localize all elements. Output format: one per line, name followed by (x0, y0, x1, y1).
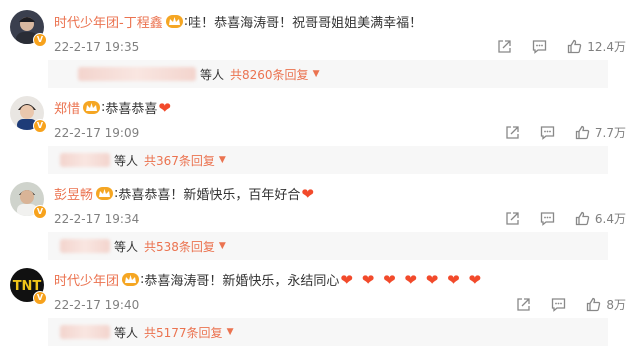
vip-crown-icon (96, 187, 114, 200)
comment-line: 郑惜 : 恭喜恭喜 ❤ (54, 98, 171, 118)
comment-line: 时代少年团 : 恭喜海涛哥！新婚快乐，永结同心 ❤ ❤ ❤ ❤ ❤ ❤ ❤ (54, 270, 484, 290)
chevron-down-icon: ▼ (226, 327, 234, 337)
share-icon (498, 40, 511, 53)
comment-username[interactable]: 时代少年团-丁程鑫 (54, 12, 163, 31)
reply-suffix: 等人 (114, 153, 139, 168)
blurred-usernames (60, 153, 110, 167)
comment-button[interactable] (540, 211, 555, 226)
comment-text: 哇！恭喜海涛哥！祝哥哥姐姐美满幸福！ (188, 16, 423, 31)
reply-count-link[interactable]: 共8260条回复 (230, 66, 309, 83)
share-icon (506, 126, 519, 139)
reply-count-link[interactable]: 共538条回复 (144, 238, 215, 255)
comment-item: V 时代少年团-丁程鑫 : 哇！恭喜海涛哥！祝哥哥姐姐美满幸福！ 22-2-17… (0, 0, 640, 88)
like-count: 12.4万 (587, 40, 626, 54)
comment-line: 彭昱畅 : 恭喜恭喜！新婚快乐，百年好合 ❤ (54, 184, 314, 204)
comment-date: 22-2-17 19:34 (54, 212, 140, 226)
like-icon (575, 211, 590, 226)
comment-actions: 12.4万 (477, 38, 626, 55)
comment-item: TNT V 时代少年团 : 恭喜海涛哥！新婚快乐，永结同心 ❤ ❤ ❤ ❤ ❤ … (0, 258, 640, 346)
heart-emoji: ❤ ❤ ❤ ❤ ❤ ❤ ❤ (340, 270, 484, 289)
comment-button[interactable] (540, 125, 555, 140)
comment-username[interactable]: 时代少年团 (54, 270, 119, 289)
verified-badge-icon: V (33, 33, 47, 47)
comment-text: 恭喜恭喜！新婚快乐，百年好合 (118, 188, 301, 203)
reply-summary[interactable]: 等人 共8260条回复 ▼ (48, 60, 608, 88)
like-count: 7.7万 (594, 126, 626, 140)
comment-date: 22-2-17 19:35 (54, 40, 140, 54)
comment-item: V 彭昱畅 : 恭喜恭喜！新婚快乐，百年好合 ❤ 22-2-17 19:34 6… (0, 172, 640, 260)
share-icon (506, 212, 519, 225)
comment-actions: 8万 (496, 296, 626, 313)
like-count: 8万 (606, 298, 626, 312)
vip-crown-icon (165, 15, 183, 28)
comment-text: 恭喜恭喜 (105, 102, 158, 117)
comment-text: 恭喜海涛哥！新婚快乐，永结同心 (144, 274, 340, 289)
share-button[interactable] (516, 297, 531, 312)
reply-suffix: 等人 (200, 67, 225, 82)
like-icon (568, 39, 582, 54)
like-icon (587, 297, 601, 312)
like-button[interactable]: 12.4万 (567, 38, 626, 55)
comment-actions: 6.4万 (485, 210, 626, 227)
heart-emoji: ❤ (158, 98, 171, 117)
verified-badge-icon: V (33, 205, 47, 219)
like-button[interactable]: 7.7万 (575, 124, 626, 141)
comment-button[interactable] (551, 297, 566, 312)
comment-username[interactable]: 彭昱畅 (54, 184, 93, 203)
comment-button[interactable] (532, 39, 547, 54)
comment-actions: 7.7万 (485, 124, 626, 141)
comment-item: V 郑惜 : 恭喜恭喜 ❤ 22-2-17 19:09 7.7万 等人 共367… (0, 86, 640, 174)
like-icon (575, 125, 590, 140)
comment-username[interactable]: 郑惜 (54, 98, 80, 117)
chevron-down-icon: ▼ (312, 69, 320, 79)
reply-summary[interactable]: 等人 共538条回复 ▼ (48, 232, 608, 260)
comment-icon (552, 298, 566, 312)
comment-date: 22-2-17 19:40 (54, 298, 140, 312)
share-button[interactable] (497, 39, 512, 54)
heart-emoji: ❤ (301, 184, 314, 203)
share-button[interactable] (505, 125, 520, 140)
reply-suffix: 等人 (114, 239, 139, 254)
vip-crown-icon (122, 273, 140, 286)
reply-count-link[interactable]: 共367条回复 (144, 152, 215, 169)
comment-line: 时代少年团-丁程鑫 : 哇！恭喜海涛哥！祝哥哥姐姐美满幸福！ (54, 12, 423, 31)
reply-summary[interactable]: 等人 共5177条回复 ▼ (48, 318, 608, 346)
reply-suffix: 等人 (114, 325, 139, 340)
verified-badge-icon: V (33, 291, 47, 305)
comment-icon (540, 212, 555, 226)
comment-icon (533, 40, 547, 54)
like-count: 6.4万 (594, 212, 626, 226)
share-icon (517, 298, 531, 311)
blurred-usernames (78, 67, 196, 81)
comment-date: 22-2-17 19:09 (54, 126, 140, 140)
vip-crown-icon (83, 101, 101, 114)
share-button[interactable] (505, 211, 520, 226)
chevron-down-icon: ▼ (218, 241, 226, 251)
like-button[interactable]: 6.4万 (575, 210, 626, 227)
blurred-usernames (60, 325, 110, 339)
comment-icon (540, 126, 555, 140)
reply-count-link[interactable]: 共5177条回复 (144, 324, 223, 341)
reply-summary[interactable]: 等人 共367条回复 ▼ (48, 146, 608, 174)
blurred-usernames (60, 239, 110, 253)
chevron-down-icon: ▼ (218, 155, 226, 165)
like-button[interactable]: 8万 (586, 296, 626, 313)
verified-badge-icon: V (33, 119, 47, 133)
